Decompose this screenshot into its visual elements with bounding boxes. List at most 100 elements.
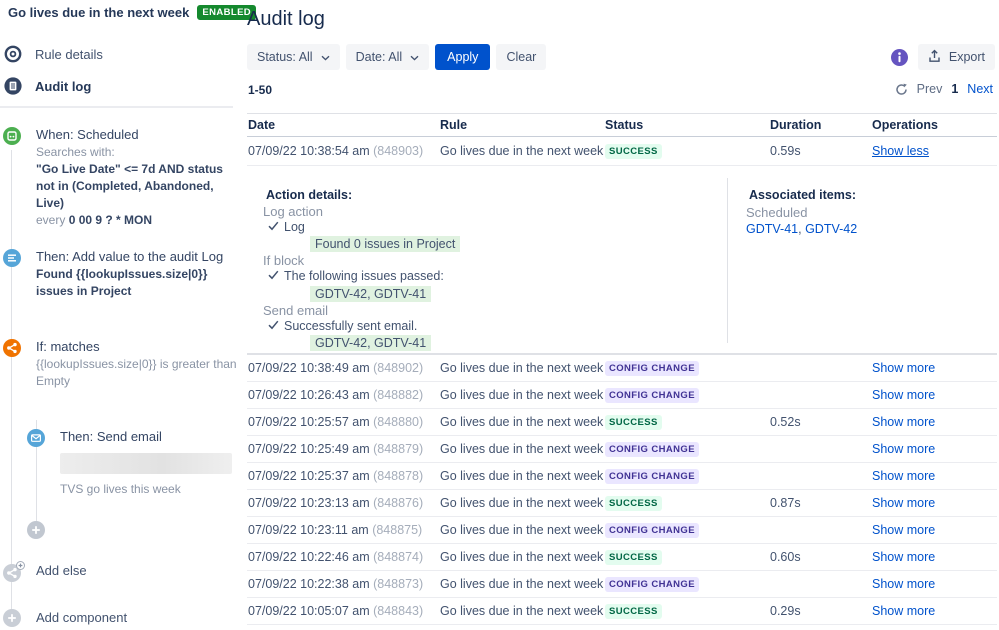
export-button[interactable]: Export — [917, 44, 995, 70]
show-more-link[interactable]: Show more — [872, 442, 935, 456]
next-page-button[interactable]: Next — [967, 82, 993, 96]
add-nested-component-button[interactable] — [27, 521, 45, 539]
log-action-icon — [3, 249, 21, 267]
plus-icon — [27, 521, 45, 542]
show-more-link[interactable]: Show more — [872, 550, 935, 564]
action-block-send-email[interactable]: Then: Send email TVS go lives this week — [27, 428, 238, 498]
run-date: 07/09/22 10:05:07 am — [248, 604, 370, 618]
result-range: 1-50 — [248, 83, 273, 97]
run-id: (848874) — [373, 550, 424, 564]
show-less-link[interactable]: Show less — [872, 144, 929, 158]
date-filter-dropdown[interactable]: Date: All — [345, 44, 430, 70]
detail-group-title: If block — [263, 253, 305, 268]
run-id: (848880) — [373, 415, 424, 429]
email-subject: TVS go lives this week — [60, 482, 181, 496]
chevron-down-icon — [410, 50, 419, 64]
prev-page-button[interactable]: Prev — [917, 82, 943, 96]
run-id: (848903) — [373, 144, 424, 158]
check-icon — [268, 319, 279, 335]
show-more-link[interactable]: Show more — [872, 523, 935, 537]
action-block-audit-log[interactable]: Then: Add value to the audit Log Found {… — [3, 248, 238, 300]
clear-button[interactable]: Clear — [496, 44, 547, 70]
export-icon — [928, 49, 941, 66]
run-date: 07/09/22 10:25:57 am — [248, 415, 370, 429]
show-more-link[interactable]: Show more — [872, 577, 935, 591]
rule-name: Go lives due in the next week — [440, 361, 604, 375]
rule-name: Go lives due in the next week — [440, 469, 604, 483]
detail-highlight: Found 0 issues in Project — [310, 236, 461, 252]
run-date: 07/09/22 10:22:46 am — [248, 550, 370, 564]
refresh-icon[interactable] — [895, 83, 908, 96]
add-else-label: Add else — [36, 563, 87, 578]
issue-link[interactable]: GDTV-42 — [805, 222, 857, 236]
sidebar-item-rule-details[interactable]: Rule details — [4, 45, 103, 63]
associated-items-section: Associated items: Scheduled GDTV-41, GDT… — [729, 178, 997, 238]
run-id: (848902) — [373, 361, 424, 375]
rule-name: Go lives due in the next week — [440, 604, 604, 618]
detail-highlight: GDTV-42, GDTV-41 — [310, 335, 432, 351]
run-date: 07/09/22 10:26:43 am — [248, 388, 370, 402]
filter-bar: Status: All Date: All Apply Clear — [247, 44, 547, 70]
rule-name: Go lives due in the next week — [440, 442, 604, 456]
audit-log-label: Audit log — [35, 78, 92, 94]
table-row: 07/09/22 10:25:37 am (848878) Go lives d… — [247, 463, 997, 490]
add-else-button[interactable]: Add else — [3, 560, 238, 582]
rule-header: Go lives due in the next week ENABLED — [8, 5, 257, 20]
show-more-link[interactable]: Show more — [872, 388, 935, 402]
detail-result-line: The following issues passed: — [263, 269, 727, 285]
rule-name: Go lives due in the next week — [440, 496, 604, 510]
rule-name: Go lives due in the next week — [440, 550, 604, 564]
status-badge: SUCCESS — [605, 496, 662, 511]
run-id: (848873) — [373, 577, 424, 591]
rule-title: Go lives due in the next week — [8, 5, 190, 20]
action-details-heading: Action details: — [266, 188, 353, 202]
associated-items-heading: Associated items: — [749, 188, 856, 202]
column-header-duration: Duration — [770, 118, 822, 132]
run-date: 07/09/22 10:22:38 am — [248, 577, 370, 591]
duration: 0.60s — [770, 550, 801, 564]
rule-name: Go lives due in the next week — [440, 144, 604, 158]
condition-block-matches[interactable]: If: matches {{lookupIssues.size|0}} is g… — [3, 338, 238, 390]
duration: 0.52s — [770, 415, 801, 429]
current-page: 1 — [951, 82, 959, 96]
detail-result-text: The following issues passed: — [284, 269, 444, 283]
sidebar-item-audit-log[interactable]: Audit log — [4, 77, 91, 95]
date-filter-label: Date: All — [355, 50, 403, 64]
header-actions: Export — [890, 44, 995, 70]
branch-add-icon — [3, 561, 27, 582]
show-more-link[interactable]: Show more — [872, 604, 935, 618]
show-more-link[interactable]: Show more — [872, 361, 935, 375]
show-more-link[interactable]: Show more — [872, 469, 935, 483]
calendar-trigger-icon — [3, 127, 21, 145]
show-more-link[interactable]: Show more — [872, 415, 935, 429]
run-date: 07/09/22 10:25:49 am — [248, 442, 370, 456]
action-title: Then: Add value to the audit Log — [36, 249, 224, 264]
info-ring-icon — [4, 45, 22, 63]
table-row: 07/09/22 10:05:07 am (848843) Go lives d… — [247, 598, 997, 625]
run-date: 07/09/22 10:23:11 am — [248, 523, 369, 537]
status-badge: SUCCESS — [605, 604, 662, 619]
status-badge: SUCCESS — [605, 550, 662, 565]
column-header-operations: Operations — [872, 118, 938, 132]
detail-group-title: Send email — [263, 302, 329, 318]
trigger-block-scheduled[interactable]: When: Scheduled Searches with: "Go Live … — [3, 126, 238, 229]
issue-link[interactable]: GDTV-41 — [746, 222, 798, 236]
duration: 0.87s — [770, 496, 801, 510]
run-id: (848876) — [373, 496, 424, 510]
add-component-button[interactable]: Add component — [3, 608, 238, 627]
redacted-recipient — [60, 453, 232, 474]
chevron-down-icon — [321, 50, 330, 64]
run-date: 07/09/22 10:23:13 am — [248, 496, 370, 510]
show-more-link[interactable]: Show more — [872, 496, 935, 510]
rule-sidebar: Go lives due in the next week ENABLED Ru… — [0, 0, 257, 627]
apply-button[interactable]: Apply — [435, 44, 491, 70]
status-filter-dropdown[interactable]: Status: All — [247, 44, 340, 70]
detail-group-title: Log action — [263, 203, 323, 219]
duration: 0.59s — [770, 144, 801, 158]
detail-result-text: Log — [284, 219, 305, 234]
action-desc: Found {{lookupIssues.size|0}} issues in … — [36, 267, 208, 298]
rule-name: Go lives due in the next week — [440, 523, 604, 537]
info-icon[interactable] — [890, 48, 908, 66]
column-header-rule: Rule — [440, 118, 468, 132]
rule-name: Go lives due in the next week — [440, 577, 604, 591]
